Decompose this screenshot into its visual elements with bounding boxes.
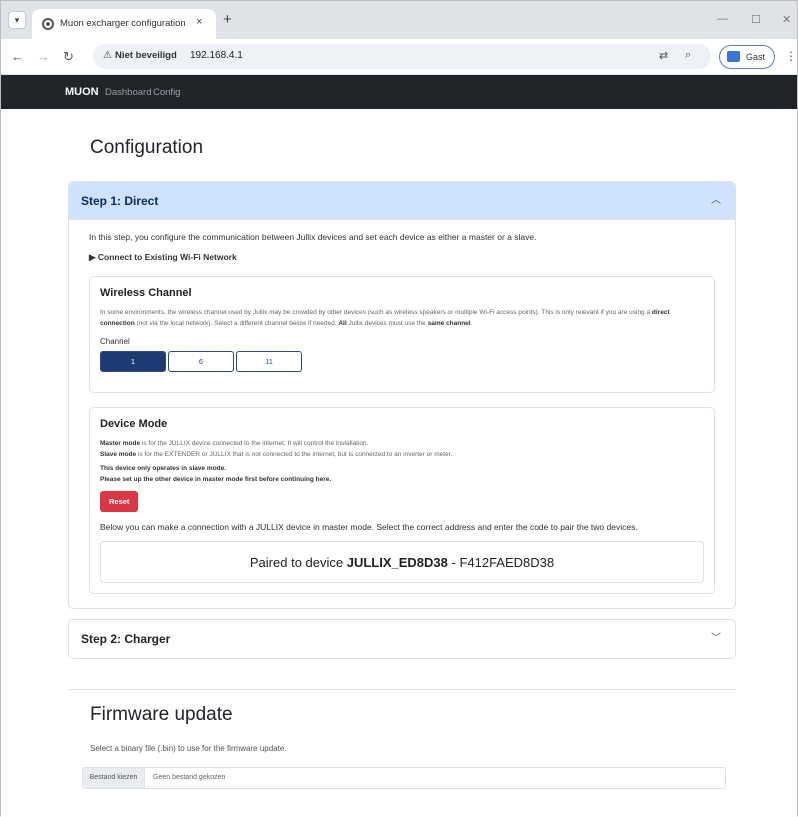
url-text[interactable]: 192.168.4.1: [190, 50, 243, 61]
no-file-label: Geen bestand gekozen: [153, 774, 226, 781]
tab-search-button[interactable]: ▾: [8, 11, 26, 29]
slave-mode-desc: Slave mode is for the EXTENDER or JULLIX…: [100, 451, 453, 458]
wireless-channel-card: Wireless Channel In some environments, t…: [89, 276, 715, 393]
slave-notice-1: This device only operates in slave mode.: [100, 465, 227, 472]
pairing-note: Below you can make a connection with a J…: [100, 522, 638, 532]
tab-title: Muon excharger configuration: [60, 18, 186, 29]
firmware-section: Firmware update Select a binary file (.b…: [68, 689, 736, 789]
profile-label: Gast: [746, 52, 766, 62]
reload-icon[interactable]: ↻: [63, 49, 74, 65]
choose-file-button[interactable]: Bestand kiezen: [83, 768, 145, 788]
step2-header[interactable]: Step 2: Charger ﹀: [69, 620, 735, 658]
browser-toolbar: ← → ↻ ⚠ Niet beveiligd 192.168.4.1 ⇄ ⌕ G…: [1, 39, 797, 75]
guest-avatar-icon: [727, 51, 740, 62]
chevron-down-icon: ﹀: [711, 633, 721, 644]
wireless-channel-title: Wireless Channel: [100, 287, 192, 299]
firmware-file-input[interactable]: Bestand kiezen Geen bestand gekozen: [82, 767, 726, 789]
nav-link-config[interactable]: Config: [153, 87, 180, 98]
paired-device-name: JULLIX_ED8D38: [346, 555, 448, 570]
paired-device-status: Paired to device JULLIX_ED8D38 - F412FAE…: [100, 541, 704, 583]
slave-notice-2: Please set up the other device in master…: [100, 476, 332, 483]
step2-title: Step 2: Charger: [81, 632, 171, 646]
step1-accordion: Step 1: Direct ︿ In this step, you confi…: [68, 181, 736, 609]
zoom-icon[interactable]: ⌕: [685, 49, 691, 62]
address-bar[interactable]: ⚠ Niet beveiligd 192.168.4.1 ⇄ ⌕: [93, 44, 711, 69]
warning-icon: ⚠: [103, 50, 112, 61]
caret-right-icon: ▶: [89, 252, 98, 262]
channel-button-6[interactable]: 6: [168, 351, 234, 372]
close-window-icon[interactable]: ✕: [782, 13, 791, 26]
firmware-title: Firmware update: [90, 704, 233, 725]
step1-title: Step 1: Direct: [81, 194, 159, 208]
forward-icon[interactable]: →: [37, 49, 50, 64]
page-title: Configuration: [90, 137, 204, 158]
new-tab-button[interactable]: +: [223, 11, 232, 28]
menu-icon[interactable]: ⋮: [785, 49, 797, 63]
step1-body: In this step, you configure the communic…: [69, 220, 735, 608]
top-navbar: MUON Dashboard Config: [1, 75, 797, 109]
channel-button-group: 1 6 11: [100, 351, 704, 372]
nav-link-dashboard[interactable]: Dashboard: [105, 87, 151, 98]
main-content: Configuration Step 1: Direct ︿ In this s…: [68, 109, 736, 789]
step2-accordion: Step 2: Charger ﹀: [68, 619, 736, 659]
chevron-up-icon: ︿: [711, 195, 721, 206]
back-icon[interactable]: ←: [11, 49, 24, 64]
wireless-channel-desc: In some environments, the wireless chann…: [100, 309, 670, 327]
brand-logo[interactable]: MUON: [65, 86, 99, 98]
translate-icon[interactable]: ⇄: [659, 49, 668, 62]
minimize-icon[interactable]: —: [717, 13, 728, 25]
firmware-desc: Select a binary file (.bin) to use for t…: [90, 744, 287, 753]
browser-window: ▾ Muon excharger configuration × + — ☐ ✕…: [0, 0, 798, 817]
security-label[interactable]: Niet beveiligd: [115, 50, 177, 61]
web-page: MUON Dashboard Config Configuration Step…: [1, 75, 797, 817]
channel-label: Channel: [100, 337, 130, 346]
channel-button-11[interactable]: 11: [236, 351, 302, 372]
wifi-summary-label: Connect to Existing Wi-Fi Network: [97, 252, 237, 262]
reset-button[interactable]: Reset: [100, 491, 139, 512]
profile-button[interactable]: Gast: [719, 45, 775, 69]
channel-button-1[interactable]: 1: [100, 351, 166, 372]
step1-intro: In this step, you configure the communic…: [89, 232, 537, 242]
maximize-icon[interactable]: ☐: [751, 13, 761, 26]
step1-header[interactable]: Step 1: Direct ︿: [69, 182, 735, 220]
tab-strip: ▾ Muon excharger configuration × + — ☐ ✕: [1, 1, 797, 39]
tab-close-button[interactable]: ×: [196, 16, 202, 28]
wifi-network-toggle[interactable]: ▶ Connect to Existing Wi-Fi Network: [89, 252, 715, 276]
device-mode-title: Device Mode: [100, 418, 168, 430]
globe-icon: [42, 18, 54, 30]
master-mode-desc: Master mode is for the JULLIX device con…: [100, 440, 369, 447]
active-tab[interactable]: Muon excharger configuration ×: [32, 9, 216, 39]
device-mode-card: Device Mode Master mode is for the JULLI…: [89, 407, 715, 594]
